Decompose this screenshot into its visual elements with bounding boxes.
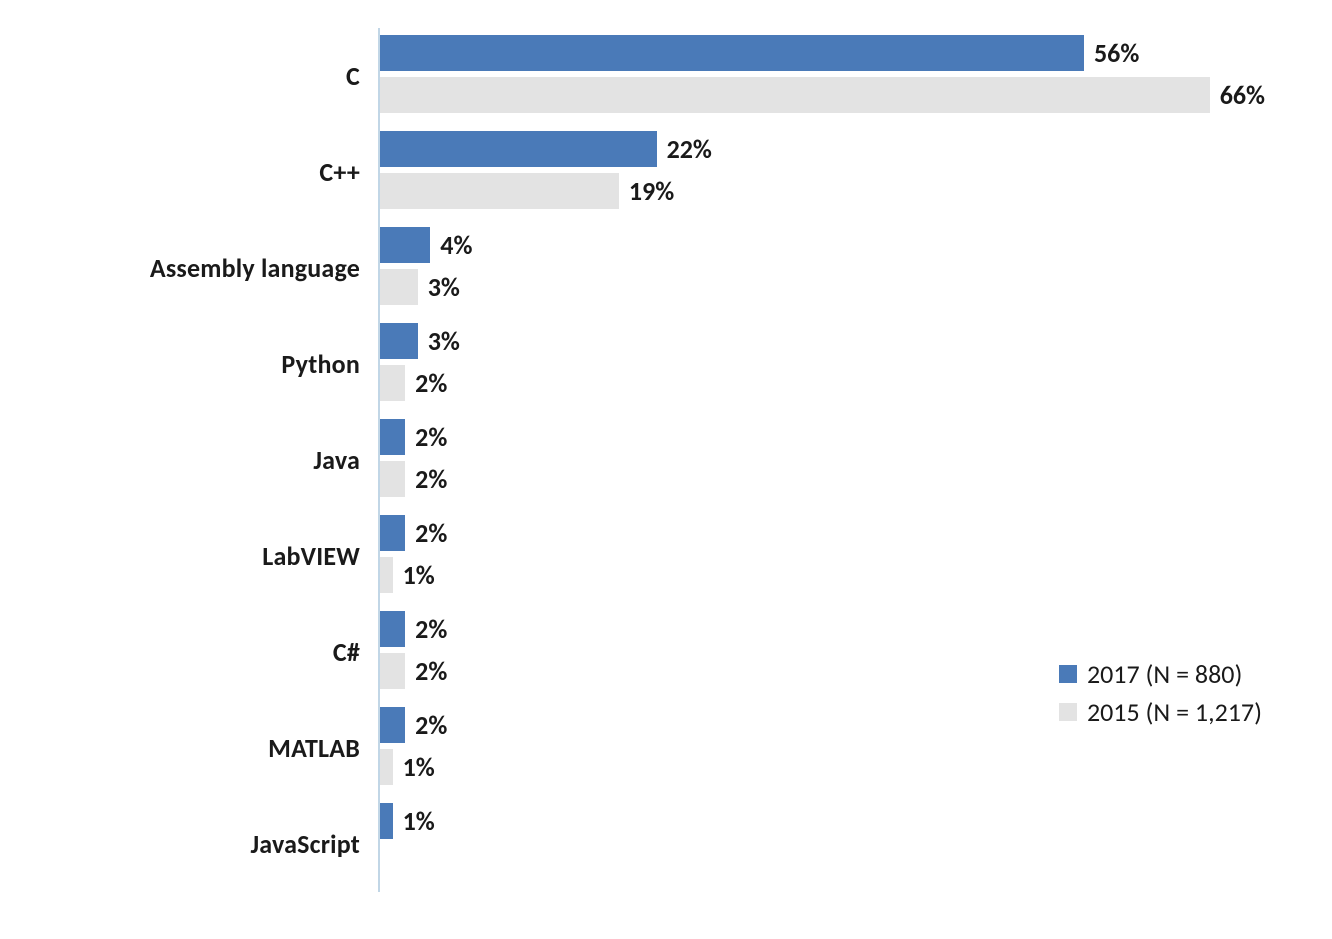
category-label: C++ — [40, 156, 378, 188]
bar-row: 3% — [380, 268, 1292, 306]
bar — [380, 557, 393, 593]
bar-row: 2% — [380, 364, 1292, 402]
plot-area: C56%66%C++22%19%Assembly language4%3%Pyt… — [40, 28, 1292, 919]
category-row: C++22%19% — [40, 124, 1292, 220]
bar-value-label: 1% — [403, 805, 435, 837]
bar-value-label: 66% — [1220, 79, 1265, 111]
bar-group: 56% 66% — [378, 28, 1292, 124]
bar-value-label: 2% — [415, 613, 447, 645]
legend-swatch — [1059, 703, 1077, 721]
bar — [380, 365, 405, 401]
category-row: Assembly language4%3% — [40, 220, 1292, 316]
bar-row: 56% — [380, 34, 1292, 72]
bar-value-label: 19% — [629, 175, 674, 207]
bar-value-label: 2% — [415, 709, 447, 741]
bar-value-label: 4% — [440, 229, 472, 261]
bar — [380, 653, 405, 689]
bar-value-label: 1% — [403, 559, 435, 591]
category-label: C — [40, 60, 378, 92]
category-label: LabVIEW — [40, 540, 378, 572]
legend-swatch — [1059, 665, 1077, 683]
category-row: JavaScript 1% — [40, 796, 1292, 892]
category-label: Assembly language — [40, 252, 378, 284]
bar-row: 22% — [380, 130, 1292, 168]
bar-value-label: 3% — [428, 325, 460, 357]
bar-value-label: 3% — [428, 271, 460, 303]
legend-item: 2017 (N = 880) — [1059, 658, 1262, 690]
bar — [380, 749, 393, 785]
bar-group: 4%3% — [378, 220, 1292, 316]
bar — [380, 611, 405, 647]
bar-row: 3% — [380, 322, 1292, 360]
bar — [380, 77, 1210, 113]
bar-value-label: 56% — [1094, 37, 1139, 69]
category-row: Python3%2% — [40, 316, 1292, 412]
chart-container: C56%66%C++22%19%Assembly language4%3%Pyt… — [0, 0, 1332, 939]
bar-group: 1% — [378, 796, 1292, 892]
category-label: MATLAB — [40, 732, 378, 764]
bar-row: 1% — [380, 802, 1292, 840]
bar — [380, 131, 657, 167]
bar-row: 1% — [380, 556, 1292, 594]
category-label: C# — [40, 636, 378, 668]
bar — [380, 269, 418, 305]
bar-group: 3%2% — [378, 316, 1292, 412]
legend-item: 2015 (N = 1,217) — [1059, 696, 1262, 728]
bar — [380, 323, 418, 359]
bar-value-label: 2% — [415, 517, 447, 549]
bar-value-label: 2% — [415, 655, 447, 687]
bar — [380, 173, 619, 209]
bar — [380, 515, 405, 551]
legend-label: 2017 (N = 880) — [1087, 658, 1242, 690]
bar-value-label: 1% — [403, 751, 435, 783]
legend-label: 2015 (N = 1,217) — [1087, 696, 1262, 728]
legend: 2017 (N = 880) 2015 (N = 1,217) — [1059, 652, 1262, 734]
category-row: C 56% 66% — [40, 28, 1292, 124]
bar — [380, 461, 405, 497]
bar-row: 1% — [380, 748, 1292, 786]
bar-row: 2% — [380, 514, 1292, 552]
category-row: LabVIEW2%1% — [40, 508, 1292, 604]
bar — [380, 35, 1084, 71]
bar-group: 2%2% — [378, 412, 1292, 508]
bar-value-label: 22% — [667, 133, 712, 165]
category-label: Java — [40, 444, 378, 476]
category-label: JavaScript — [40, 828, 378, 860]
bar-row: 66% — [380, 76, 1292, 114]
bar — [380, 707, 405, 743]
category-row: Java2%2% — [40, 412, 1292, 508]
bar-value-label: 2% — [415, 421, 447, 453]
bar — [380, 227, 430, 263]
bar-row: 2% — [380, 610, 1292, 648]
bar-group: 22%19% — [378, 124, 1292, 220]
bar — [380, 803, 393, 839]
bar-row: 2% — [380, 418, 1292, 456]
bar-value-label: 2% — [415, 463, 447, 495]
bar-row: 19% — [380, 172, 1292, 210]
bar — [380, 419, 405, 455]
bar-row: 4% — [380, 226, 1292, 264]
bar-value-label: 2% — [415, 367, 447, 399]
bar-group: 2%1% — [378, 508, 1292, 604]
bar-row: 2% — [380, 460, 1292, 498]
category-label: Python — [40, 348, 378, 380]
